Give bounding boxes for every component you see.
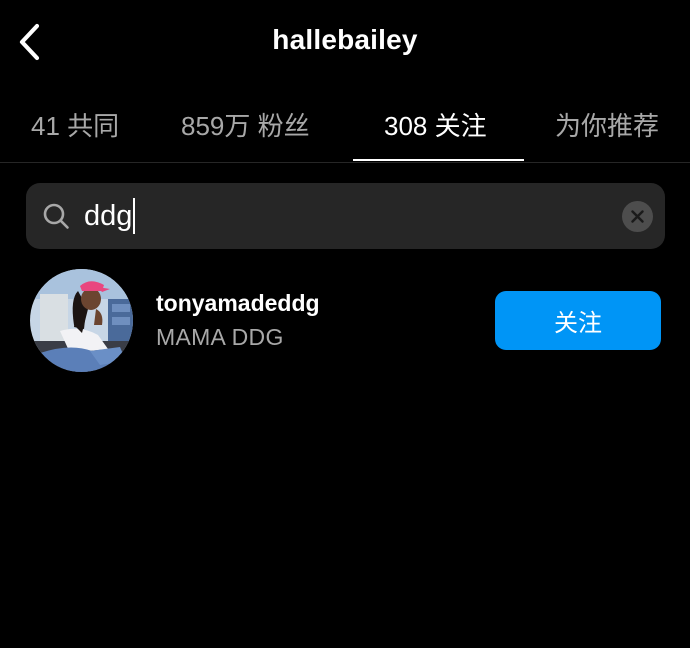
profile-photo (30, 269, 133, 372)
top-bar: hallebailey (0, 0, 690, 84)
clear-icon (631, 210, 644, 223)
text-cursor (133, 198, 136, 234)
search-bar[interactable]: ddg (26, 183, 665, 249)
search-input-value: ddg (84, 199, 133, 232)
list-item[interactable]: tonyamadeddg MAMA DDG 关注 (30, 269, 670, 373)
tab-mutual[interactable]: 41 共同 (31, 106, 119, 143)
page-title: hallebailey (272, 24, 418, 55)
username[interactable]: tonyamadeddg (156, 290, 320, 317)
full-name: MAMA DDG (156, 324, 284, 350)
search-icon (43, 203, 69, 229)
active-tab-indicator (353, 159, 524, 161)
tab-followers[interactable]: 859万 粉丝 (181, 106, 310, 143)
search-input[interactable]: ddg (84, 195, 136, 237)
tab-suggested[interactable]: 为你推荐 (555, 106, 659, 143)
tab-following[interactable]: 308 关注 (384, 106, 487, 143)
avatar[interactable] (30, 269, 133, 372)
clear-search-button[interactable] (622, 201, 653, 232)
tab-bar: 41 共同 859万 粉丝 308 关注 为你推荐 (0, 88, 690, 163)
follow-button[interactable]: 关注 (495, 291, 661, 350)
